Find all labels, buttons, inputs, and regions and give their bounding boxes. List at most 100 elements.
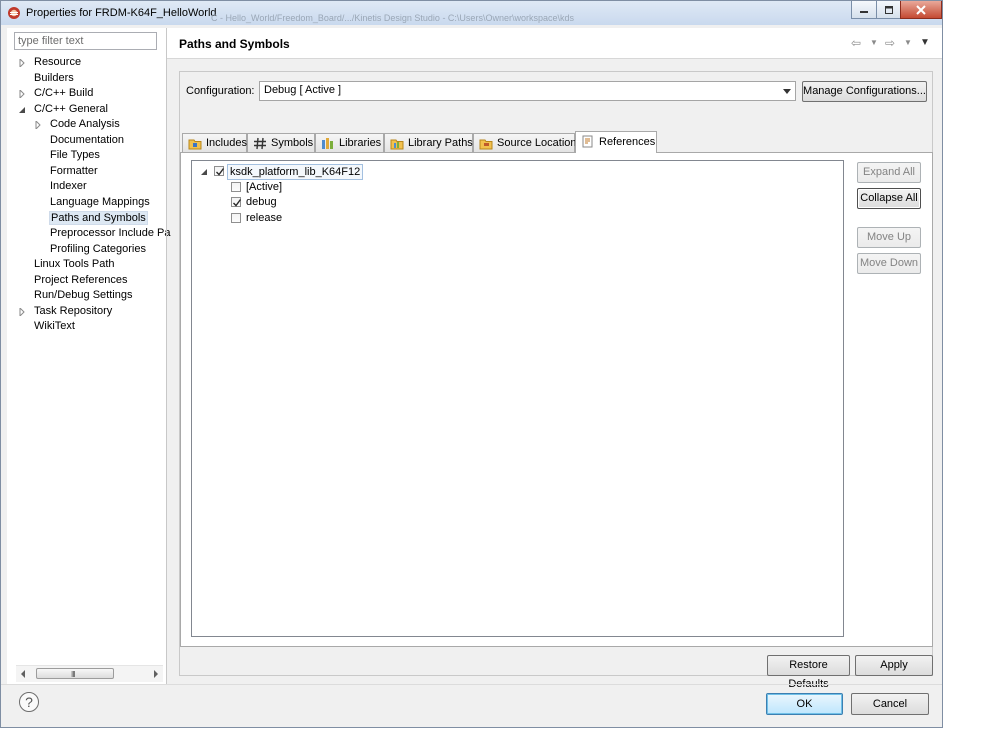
eclipse-app-icon [8,7,20,19]
filter-input[interactable] [14,32,157,50]
tree-item-label: Paths and Symbols [49,210,148,225]
tree-item-run-debug-settings[interactable]: Run/Debug Settings [19,288,132,303]
expand-all-button[interactable]: Expand All [857,162,921,183]
tree-item-profiling-categories[interactable]: Profiling Categories [35,242,146,257]
window-title: Properties for FRDM-K64F_HelloWorld [26,7,217,19]
tree-item-linux-tools-path[interactable]: Linux Tools Path [19,257,115,272]
close-window-button[interactable] [900,1,942,19]
back-dropdown-icon[interactable]: ▼ [870,36,878,50]
tab-label: Library Paths [408,137,473,149]
tree-item-label: C/C++ General [34,102,108,115]
tab-label: Libraries [339,137,382,149]
tree-item-language-mappings[interactable]: Language Mappings [35,195,150,210]
config-label-debug[interactable]: debug [246,195,277,209]
grip-icon: III [71,670,76,679]
project-checkbox[interactable] [214,166,225,176]
apply-button[interactable]: Apply [855,655,933,676]
checkmark-icon [233,199,242,207]
back-arrow-icon[interactable]: ⇦ [851,36,861,50]
tree-item-label: Indexer [50,180,87,193]
tree-item-label: Run/Debug Settings [34,289,133,302]
tree-item-wikitext[interactable]: WikiText [19,319,75,334]
restore-defaults-button[interactable]: Restore Defaults [767,655,850,690]
collapse-all-button[interactable]: Collapse All [857,188,921,209]
close-icon [916,4,926,15]
maximize-icon [884,5,893,14]
tree-item-c-c-general[interactable]: C/C++ General [19,102,108,117]
tree-item-label: Task Repository [34,304,113,317]
tab-label: Includes [206,137,247,149]
tree-item-preprocessor-include-pa[interactable]: Preprocessor Include Pa [35,226,170,241]
tree-item-label: Language Mappings [50,195,150,208]
scroll-left-icon[interactable] [21,670,25,678]
property-page-navigation: Resource Builders C/C++ Build C/C++ General… [7,28,170,684]
references-tree[interactable]: ksdk_platform_lib_K64F12 [Active] debug … [191,160,844,637]
tree-item-paths-and-symbols[interactable]: Paths and Symbols [35,210,148,226]
maximize-button[interactable] [876,1,901,19]
tree-item-label: File Types [50,149,100,162]
tab-references[interactable]: References [575,131,657,153]
manage-configurations-button[interactable]: Manage Configurations... [802,81,927,102]
ok-button[interactable]: OK [766,693,843,715]
tree-item-project-references[interactable]: Project References [19,273,128,288]
checkmark-icon [216,168,225,176]
tab-source-location[interactable]: Source Location [473,133,577,152]
tab-label: Source Location [497,137,577,149]
cancel-button[interactable]: Cancel [851,693,929,715]
tab-label: Symbols [271,137,314,149]
tab-label: References [599,136,656,148]
collapsed-arrow-icon[interactable] [19,307,27,316]
tab-library-paths[interactable]: Library Paths [384,133,473,152]
collapsed-arrow-icon[interactable] [19,59,27,67]
tree-item-label: Code Analysis [50,118,120,131]
configuration-label: Configuration: [186,85,255,97]
tree-item-file-types[interactable]: File Types [35,148,100,163]
forward-dropdown-icon[interactable]: ▼ [904,36,912,50]
tab-libraries[interactable]: Libraries [315,133,384,152]
config-checkbox-active[interactable] [231,182,241,192]
properties-dialog: Properties for FRDM-K64F_HelloWorld C - … [0,0,943,728]
configuration-value: Debug [ Active ] [264,84,342,96]
expanded-triangle-icon[interactable] [19,106,27,114]
tree-item-builders[interactable]: Builders [19,71,74,86]
tree-item-label: C/C++ Build [34,87,94,100]
configuration-select[interactable]: Debug [ Active ] [259,81,796,101]
tab-includes[interactable]: Includes [182,133,247,152]
tree-item-formatter[interactable]: Formatter [35,164,98,179]
chevron-down-icon [783,89,791,94]
config-label-release[interactable]: release [246,211,282,225]
tree-item-task-repository[interactable]: Task Repository [19,304,112,319]
move-down-button[interactable]: Move Down [857,253,921,274]
collapsed-arrow-icon[interactable] [35,121,43,130]
horizontal-scrollbar[interactable]: III [16,665,163,682]
minimize-icon [860,10,868,13]
help-icon[interactable]: ? [19,692,39,712]
background-window-title: C - Hello_World/Freedom_Board/.../Kineti… [211,13,574,23]
move-up-button[interactable]: Move Up [857,227,921,248]
forward-arrow-icon[interactable]: ⇨ [885,36,895,50]
scroll-right-icon[interactable] [154,670,158,678]
library-paths-icon [390,139,404,150]
footer-separator [1,684,942,685]
tree-item-label: Documentation [50,133,124,146]
page-title: Paths and Symbols [179,37,290,51]
tree-item-label: Profiling Categories [50,242,146,255]
tree-item-c-c-build[interactable]: C/C++ Build [19,86,93,101]
tree-item-label: Builders [34,71,74,84]
config-checkbox-debug[interactable] [231,197,242,207]
tree-item-documentation[interactable]: Documentation [35,133,124,148]
expanded-triangle-icon[interactable] [201,168,209,176]
scrollbar-thumb[interactable]: III [36,668,114,679]
config-checkbox-release[interactable] [231,213,241,223]
includes-icon [188,139,202,150]
tree-item-label: Preprocessor Include Pa [50,227,171,240]
tree-item-code-analysis[interactable]: Code Analysis [35,117,120,132]
minimize-button[interactable] [851,1,877,19]
tree-item-indexer[interactable]: Indexer [35,179,87,194]
project-reference-label[interactable]: ksdk_platform_lib_K64F12 [227,164,364,180]
collapsed-arrow-icon[interactable] [19,90,27,99]
tab-symbols[interactable]: Symbols [247,133,315,152]
config-label-active[interactable]: [Active] [246,180,282,194]
view-menu-icon[interactable]: ▼ [920,36,930,50]
tree-item-resource[interactable]: Resource [19,55,81,70]
